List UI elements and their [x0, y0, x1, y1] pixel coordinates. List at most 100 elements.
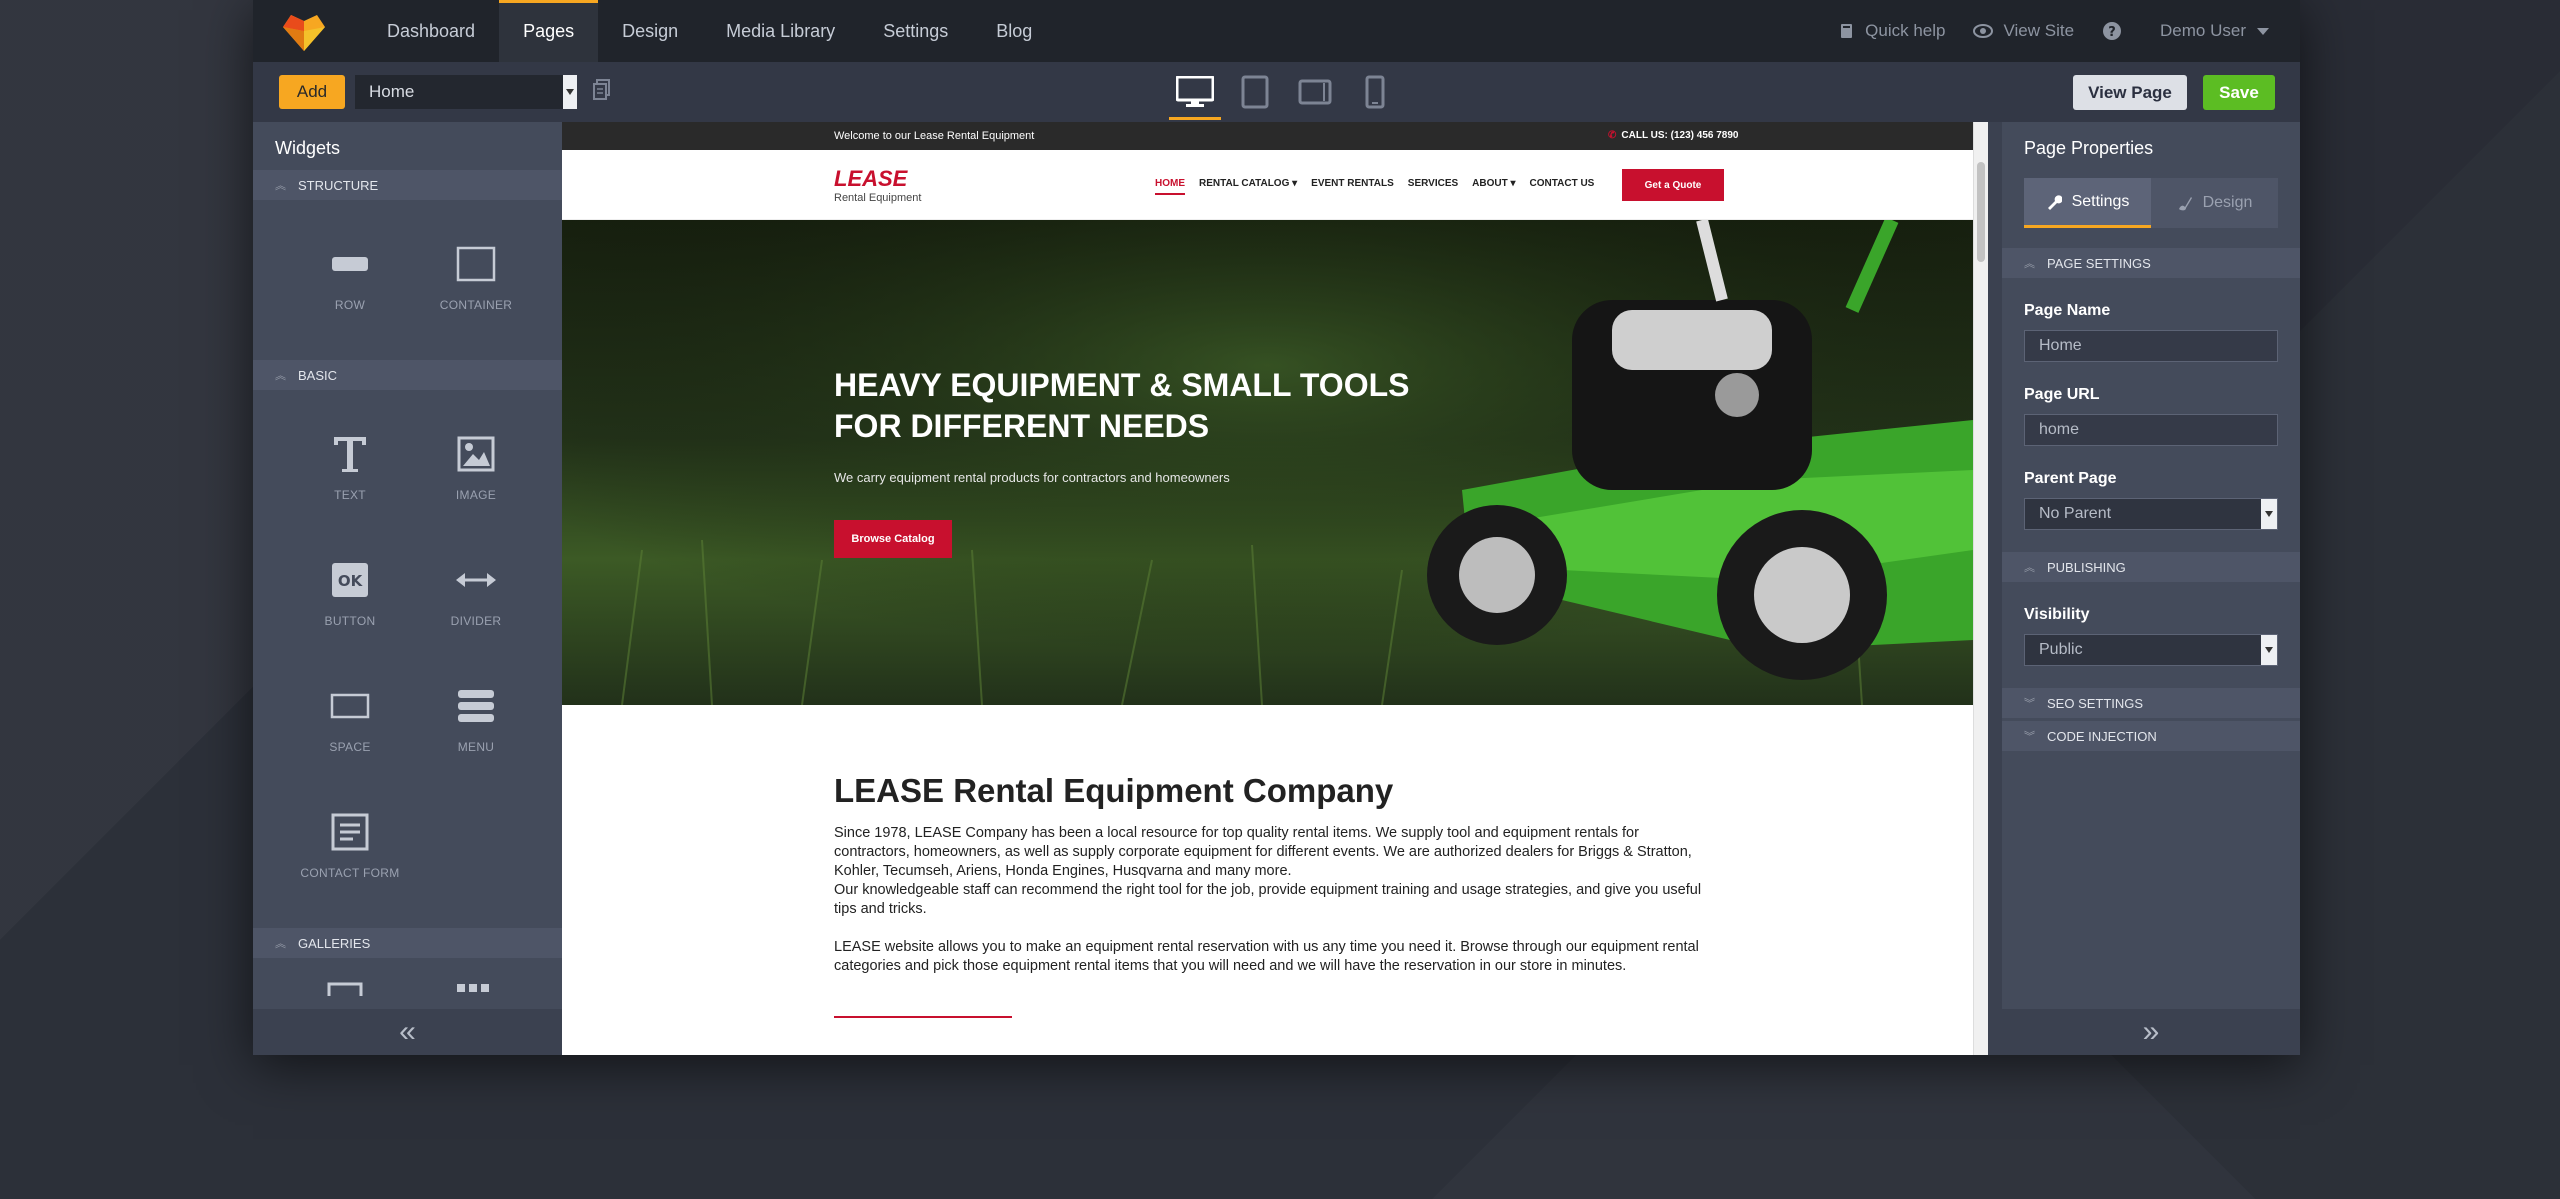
- section-seo-settings[interactable]: ︾ SEO SETTINGS: [2002, 688, 2300, 718]
- canvas-scrollbar[interactable]: [1973, 122, 1988, 1055]
- browse-catalog-button[interactable]: Browse Catalog: [834, 520, 952, 558]
- section-code-injection[interactable]: ︾ CODE INJECTION: [2002, 721, 2300, 751]
- divider-icon: [455, 558, 497, 602]
- site-call-text: ✆ CALL US: (123) 456 7890: [1608, 130, 1738, 141]
- page-canvas[interactable]: Welcome to our Lease Rental Equipment ✆ C…: [562, 122, 1988, 1055]
- page-properties-title: Page Properties: [2024, 138, 2154, 158]
- parent-page-select[interactable]: No Parent: [2024, 498, 2278, 530]
- view-site-link[interactable]: View Site: [1973, 21, 2074, 41]
- chevron-up-icon: ︽: [275, 180, 286, 192]
- add-button[interactable]: Add: [279, 75, 345, 109]
- grid-gallery-icon[interactable]: [455, 982, 491, 994]
- site-menu-rental-catalog[interactable]: RENTAL CATALOG ▾: [1199, 178, 1297, 189]
- page-url-label: Page URL: [2024, 386, 2100, 403]
- get-quote-button[interactable]: Get a Quote: [1622, 169, 1724, 201]
- editor-toolbar: Add Home View Page Save: [253, 62, 2300, 122]
- properties-tabs: Settings Design: [2024, 178, 2278, 228]
- widget-space-label: SPACE: [329, 740, 371, 754]
- nav-dashboard[interactable]: Dashboard: [363, 0, 499, 62]
- site-menu-contact[interactable]: CONTACT US: [1530, 178, 1595, 189]
- nav-blog[interactable]: Blog: [972, 0, 1056, 62]
- gallery-image-icon[interactable]: [327, 982, 363, 996]
- page-name-input[interactable]: Home: [2024, 330, 2278, 362]
- widget-menu[interactable]: MENU: [413, 656, 539, 782]
- tab-design[interactable]: Design: [2151, 178, 2278, 228]
- desktop-device-icon[interactable]: [1165, 62, 1225, 122]
- widget-button[interactable]: OK BUTTON: [287, 530, 413, 656]
- eye-icon: [1973, 24, 1994, 38]
- copy-page-icon[interactable]: [593, 78, 611, 106]
- quick-help-link[interactable]: Quick help: [1839, 21, 1945, 41]
- widget-row[interactable]: ROW: [287, 214, 413, 340]
- caret-down-icon: [2261, 499, 2277, 529]
- page-url-input[interactable]: home: [2024, 414, 2278, 446]
- site-menu: HOME RENTAL CATALOG ▾ EVENT RENTALS SERV…: [1155, 178, 1608, 195]
- page-name-label: Page Name: [2024, 302, 2111, 319]
- collapse-left-panel-button[interactable]: «: [253, 1009, 562, 1055]
- tablet-device-icon[interactable]: [1225, 62, 1285, 122]
- widget-space[interactable]: SPACE: [287, 656, 413, 782]
- site-menu-event-rentals[interactable]: EVENT RENTALS: [1311, 178, 1394, 189]
- section-page-settings[interactable]: ︽ PAGE SETTINGS: [2002, 248, 2300, 278]
- chevron-down-icon: [2257, 28, 2269, 35]
- hero-section: HEAVY EQUIPMENT & SMALL TOOLS FOR DIFFER…: [562, 220, 1973, 705]
- site-welcome-text: Welcome to our Lease Rental Equipment: [834, 130, 1035, 142]
- section-seo-settings-label: SEO SETTINGS: [2047, 695, 2144, 711]
- widget-contact-form[interactable]: CONTACT FORM: [287, 782, 413, 908]
- visibility-value: Public: [2039, 641, 2083, 658]
- question-icon: ?: [2103, 22, 2122, 40]
- tab-settings[interactable]: Settings: [2024, 178, 2151, 228]
- double-chevron-right-icon: »: [2142, 1015, 2160, 1048]
- top-navigation: Dashboard Pages Design Media Library Set…: [253, 0, 2300, 62]
- hero-title: HEAVY EQUIPMENT & SMALL TOOLS FOR DIFFER…: [834, 365, 1514, 447]
- section-basic[interactable]: ︽ BASIC: [253, 360, 562, 390]
- nav-right-group: Quick help View Site ? Demo User: [1811, 0, 2300, 62]
- about-divider: [834, 1016, 1012, 1018]
- nav-settings[interactable]: Settings: [859, 0, 972, 62]
- section-galleries[interactable]: ︽ GALLERIES: [253, 928, 562, 958]
- svg-text:?: ?: [2108, 25, 2116, 40]
- user-menu[interactable]: Demo User: [2160, 21, 2270, 41]
- about-title: LEASE Rental Equipment Company: [834, 772, 1394, 809]
- widget-text[interactable]: TEXT: [287, 404, 413, 530]
- section-publishing[interactable]: ︽ PUBLISHING: [2002, 552, 2300, 582]
- widget-container-label: CONTAINER: [439, 298, 513, 312]
- tab-design-label: Design: [2202, 194, 2253, 211]
- page-select[interactable]: Home: [355, 75, 577, 109]
- hero-title-line-1: HEAVY EQUIPMENT & SMALL TOOLS: [834, 367, 1410, 403]
- site-top-bar: Welcome to our Lease Rental Equipment ✆ C…: [562, 122, 1988, 150]
- nav-design[interactable]: Design: [598, 0, 702, 62]
- collapse-right-panel-button[interactable]: »: [2002, 1009, 2300, 1055]
- site-menu-about[interactable]: ABOUT ▾: [1472, 178, 1515, 189]
- canvas-scrollbar-thumb[interactable]: [1977, 162, 1985, 262]
- mobile-device-icon[interactable]: [1345, 62, 1405, 122]
- section-page-settings-label: PAGE SETTINGS: [2047, 255, 2151, 271]
- help-button[interactable]: ?: [2102, 21, 2132, 41]
- visibility-select[interactable]: Public: [2024, 634, 2278, 666]
- nav-pages[interactable]: Pages: [499, 0, 599, 62]
- site-menu-home[interactable]: HOME: [1155, 178, 1185, 195]
- tablet-landscape-device-icon[interactable]: [1285, 62, 1345, 122]
- chevron-up-icon: ︽: [2024, 562, 2035, 574]
- caret-down-icon: [563, 75, 577, 109]
- widget-divider[interactable]: DIVIDER: [413, 530, 539, 656]
- widget-container[interactable]: CONTAINER: [413, 214, 539, 340]
- image-icon: [457, 432, 495, 476]
- site-brand-logo[interactable]: LEASE: [834, 166, 907, 192]
- widget-button-label: BUTTON: [324, 614, 376, 628]
- app-logo-icon[interactable]: [281, 11, 327, 51]
- container-icon: [456, 242, 496, 286]
- chevron-up-icon: ︽: [2024, 258, 2035, 270]
- widget-image[interactable]: IMAGE: [413, 404, 539, 530]
- view-page-button[interactable]: View Page: [2073, 75, 2187, 110]
- chevron-down-icon: ︾: [2024, 731, 2035, 743]
- text-icon: [332, 432, 368, 476]
- nav-media-library[interactable]: Media Library: [702, 0, 859, 62]
- site-menu-services[interactable]: SERVICES: [1408, 178, 1458, 189]
- visibility-label: Visibility: [2024, 606, 2090, 623]
- basic-widgets: TEXT IMAGE OK BUTTON DIVIDER SPACE MENU …: [253, 390, 562, 928]
- tab-settings-label: Settings: [2071, 192, 2130, 210]
- section-structure[interactable]: ︽ STRUCTURE: [253, 170, 562, 200]
- site-brand-tagline: Rental Equipment: [834, 192, 922, 204]
- save-button[interactable]: Save: [2203, 75, 2275, 110]
